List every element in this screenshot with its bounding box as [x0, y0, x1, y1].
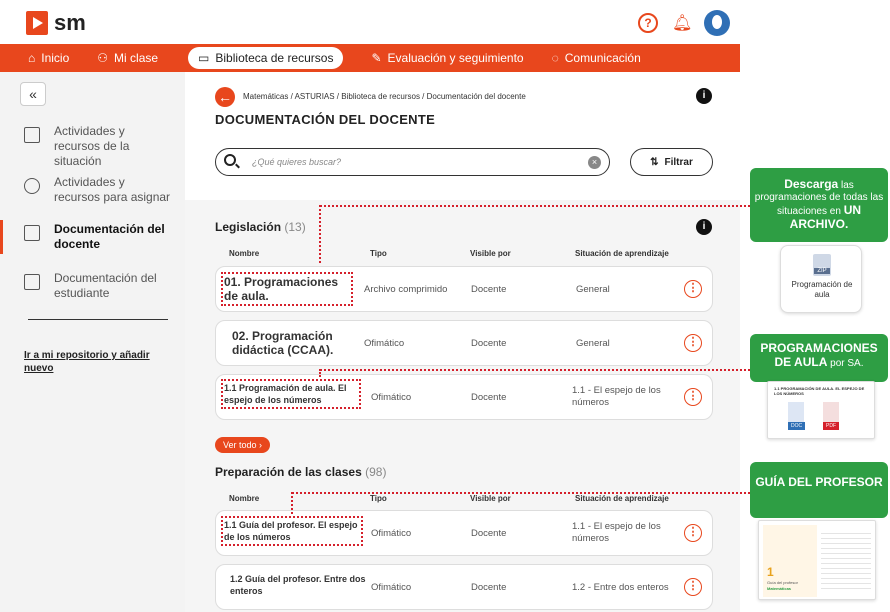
nav-comunicacion[interactable]: ◌ Comunicación	[552, 51, 641, 65]
chat-icon: ◌	[551, 51, 559, 65]
nav-mi-clase[interactable]: ⚇ Mi clase	[97, 51, 158, 65]
repository-link[interactable]: Ir a mi repositorio y añadir nuevo	[24, 349, 174, 375]
document-icon	[24, 127, 40, 143]
shapes-icon	[24, 178, 40, 194]
callout-programaciones: PROGRAMACIONES DE AULA por SA.	[750, 334, 888, 382]
guide-preview-card: 1 Guía del profesor Matemáticas	[758, 520, 876, 600]
connector-line	[319, 205, 321, 263]
table-row[interactable]: 02. Programación didáctica (CCAA). Ofimá…	[215, 320, 713, 366]
bell-icon[interactable]: 🔔︎	[672, 13, 692, 33]
section-title-preparacion: Preparación de las clases (98)	[215, 465, 387, 479]
table-row[interactable]: 1.1 Guía del profesor. El espejo de los …	[215, 510, 713, 556]
more-options-icon[interactable]: ⋮	[684, 388, 702, 406]
page-title: DOCUMENTACIÓN DEL DOCENTE	[215, 112, 436, 127]
sidebar-item-doc-estudiante[interactable]: Documentación del estudiante	[24, 271, 174, 301]
main-nav: ⌂ Inicio ⚇ Mi clase ▭ Biblioteca de recurso…	[0, 44, 740, 72]
section-title-legislacion: Legislación (13)	[215, 220, 306, 234]
filter-icon: ⇅	[650, 156, 659, 168]
table-row[interactable]: 1.1 Programación de aula. El espejo de l…	[215, 374, 713, 420]
programacion-preview-card: 1.1 PROGRAMACIÓN DE AULA. EL ESPEJO DE L…	[767, 381, 875, 439]
table-row[interactable]: 01. Programaciones de aula. Archivo comp…	[215, 266, 713, 312]
more-options-icon[interactable]: ⋮	[684, 578, 702, 596]
nav-inicio[interactable]: ⌂ Inicio	[28, 51, 69, 65]
sm-logo[interactable]: sm	[26, 10, 86, 36]
callout-descarga: Descarga las programaciones de todas las…	[750, 168, 888, 242]
nav-biblioteca[interactable]: ▭ Biblioteca de recursos	[188, 47, 344, 69]
home-icon: ⌂	[28, 51, 36, 65]
nav-evaluacion[interactable]: ✎ Evaluación y seguimiento	[371, 51, 523, 65]
pencil-icon: ✎	[371, 51, 382, 65]
doc-file-icon	[788, 402, 804, 422]
ver-todo-button[interactable]: Ver todo ›	[215, 437, 271, 453]
users-icon: ⚇	[97, 51, 109, 65]
brand-name: sm	[54, 10, 86, 35]
avatar[interactable]	[704, 10, 730, 36]
info-icon[interactable]: i	[696, 219, 712, 235]
doc-icon	[24, 225, 40, 241]
main-content: ← Matemáticas / ASTURIAS / Biblioteca de…	[185, 72, 740, 612]
sidebar: « Actividades y recursos de la situación…	[0, 72, 185, 612]
more-options-icon[interactable]: ⋮	[684, 334, 702, 352]
help-icon[interactable]: ?	[638, 13, 658, 33]
filter-button[interactable]: ⇅ Filtrar	[630, 148, 713, 176]
folder-icon: ▭	[198, 51, 210, 65]
connector-line	[320, 205, 750, 207]
pdf-file-icon	[823, 402, 839, 422]
connector-line	[292, 492, 750, 494]
sidebar-item-actividades-situacion[interactable]: Actividades y recursos de la situación	[24, 124, 174, 169]
search-icon	[224, 154, 236, 166]
more-options-icon[interactable]: ⋮	[684, 280, 702, 298]
clear-icon[interactable]: ×	[588, 156, 601, 169]
callout-guia: GUÍA DEL PROFESOR	[750, 462, 888, 518]
search-input[interactable]: ¿Qué quieres buscar? ×	[215, 148, 610, 176]
table-row[interactable]: 1.2 Guía del profesor. Entre dos enteros…	[215, 564, 713, 610]
info-icon[interactable]: i	[696, 88, 712, 104]
sidebar-item-actividades-asignar[interactable]: Actividades y recursos para asignar	[24, 175, 174, 205]
student-doc-icon	[24, 274, 40, 290]
guide-page-preview	[821, 529, 871, 593]
top-bar: sm ? 🔔︎	[0, 0, 740, 44]
logo-mark-icon	[26, 11, 48, 35]
zip-preview-card: ZIP Programación de aula	[780, 245, 862, 313]
guide-cover: 1 Guía del profesor Matemáticas	[763, 525, 817, 597]
collapse-button[interactable]: «	[20, 82, 46, 106]
more-options-icon[interactable]: ⋮	[684, 524, 702, 542]
breadcrumb: Matemáticas / ASTURIAS / Biblioteca de r…	[243, 92, 526, 101]
connector-line	[320, 369, 750, 371]
connector-line	[291, 492, 293, 514]
sidebar-item-doc-docente[interactable]: Documentación del docente	[0, 220, 174, 254]
back-arrow-icon[interactable]: ←	[215, 87, 235, 107]
connector-line	[319, 369, 321, 377]
zip-file-icon: ZIP	[813, 254, 831, 276]
divider	[28, 319, 168, 320]
